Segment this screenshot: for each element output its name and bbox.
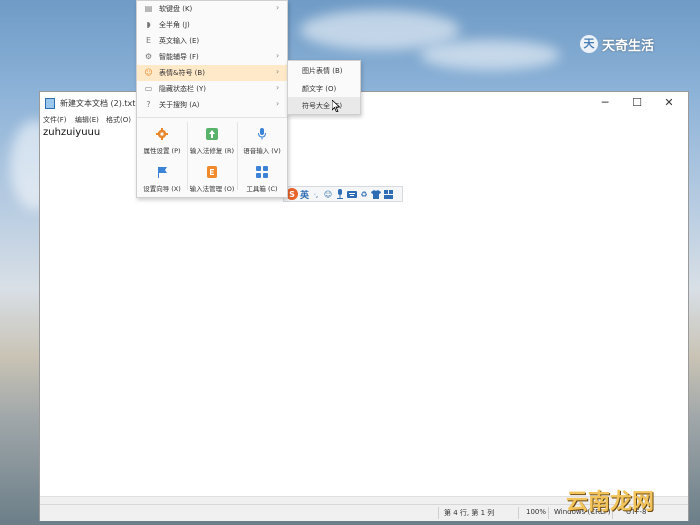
mic-icon xyxy=(258,128,266,140)
menu-item-emoji-symbols[interactable]: ☺ 表情&符号 (B) › xyxy=(137,65,287,81)
menu-file[interactable]: 文件(F) xyxy=(43,115,67,125)
menu-item-about[interactable]: ? 关于搜狗 (A) › xyxy=(137,97,287,113)
chevron-right-icon: › xyxy=(276,83,280,92)
emoji-symbols-submenu: 图片表情 (B) 颜文字 (O) 符号大全 (S) xyxy=(287,60,361,115)
minimize-button[interactable]: ─ xyxy=(590,92,620,114)
manager-icon xyxy=(207,166,217,178)
mouse-cursor-icon xyxy=(331,99,341,115)
tool-toolbox[interactable]: 工具箱 (C) xyxy=(237,158,287,196)
menu-item-hide-statusbar[interactable]: ▭ 隐藏状态栏 (Y) › xyxy=(137,81,287,97)
tool-setup-wizard[interactable]: 设置向导 (X) xyxy=(137,158,187,196)
tools-grid: 属性设置 (P) 输入法修复 (R) 语音输入 (V) 设置向导 (X) 输入法… xyxy=(137,117,287,198)
watermark-bottom: 云南龙网 xyxy=(566,489,655,515)
tool-voice-input[interactable]: 语音输入 (V) xyxy=(237,120,287,158)
maximize-button[interactable]: ☐ xyxy=(622,92,652,114)
chevron-right-icon: › xyxy=(276,3,280,12)
moon-icon: ◗ xyxy=(146,20,151,29)
watermark-logo-icon: 天 xyxy=(580,35,598,53)
repair-icon xyxy=(206,128,218,140)
submenu-item-kaomoji[interactable]: 颜文字 (O) xyxy=(288,80,360,97)
status-zoom: 100% xyxy=(526,508,547,516)
background-cloud xyxy=(300,10,460,50)
flag-icon xyxy=(158,167,167,178)
keyboard-icon[interactable] xyxy=(347,189,358,199)
notepad-app-icon xyxy=(45,98,55,109)
menu-item-smart-assist[interactable]: ⚙ 智能辅导 (F) › xyxy=(137,49,287,65)
tool-settings[interactable]: 属性设置 (P) xyxy=(137,120,187,158)
tool-ime-manager[interactable]: 输入法管理 (O) xyxy=(187,158,237,196)
submenu-item-symbol-collection[interactable]: 符号大全 (S) xyxy=(288,97,360,114)
mic-icon[interactable] xyxy=(335,189,345,199)
menu-item-full-half-width[interactable]: ◗ 全半角 (J) xyxy=(137,17,287,33)
chevron-right-icon: › xyxy=(276,51,280,60)
help-icon: ? xyxy=(146,100,151,109)
menu-item-english-input[interactable]: E 英文输入 (E) xyxy=(137,33,287,49)
assist-icon: ⚙ xyxy=(144,52,153,61)
toolbox-icon xyxy=(256,166,268,178)
editor-text[interactable]: zuhzuiyuuu xyxy=(43,127,100,138)
ime-context-menu: ▤ 软键盘 (K) › ◗ 全半角 (J) E 英文输入 (E) ⚙ 智能辅导 … xyxy=(136,0,288,198)
background-cloud xyxy=(420,40,560,70)
status-position: 第 4 行, 第 1 列 xyxy=(444,509,495,517)
skin-icon[interactable]: ♻ xyxy=(359,189,369,199)
close-button[interactable]: ✕ xyxy=(654,92,684,114)
keyboard-icon: ▤ xyxy=(144,4,153,13)
english-icon: E xyxy=(145,36,152,45)
ime-mode-toggle[interactable]: 英 xyxy=(300,188,309,201)
menu-format[interactable]: 格式(O) xyxy=(106,115,131,125)
emoji-icon: ☺ xyxy=(144,68,153,77)
menu-edit[interactable]: 编辑(E) xyxy=(75,115,99,125)
toolbox-icon[interactable] xyxy=(383,189,393,199)
submenu-item-image-emoji[interactable]: 图片表情 (B) xyxy=(288,62,360,79)
watermark-top: 天 天奇生活 xyxy=(580,34,654,54)
clothes-icon[interactable] xyxy=(371,189,382,199)
tool-repair[interactable]: 输入法修复 (R) xyxy=(187,120,237,158)
moon-punct-icon[interactable]: ᐧ, xyxy=(311,189,321,199)
gear-icon xyxy=(156,128,168,140)
ime-toolbar: S 英 ᐧ, ☺ ♻ xyxy=(283,186,403,202)
watermark-top-text: 天奇生活 xyxy=(602,38,655,54)
emoji-icon[interactable]: ☺ xyxy=(323,189,333,199)
chevron-right-icon: › xyxy=(276,67,280,76)
statusbar-icon: ▭ xyxy=(144,84,153,93)
chevron-right-icon: › xyxy=(276,99,280,108)
menu-item-soft-keyboard[interactable]: ▤ 软键盘 (K) › xyxy=(137,1,287,17)
